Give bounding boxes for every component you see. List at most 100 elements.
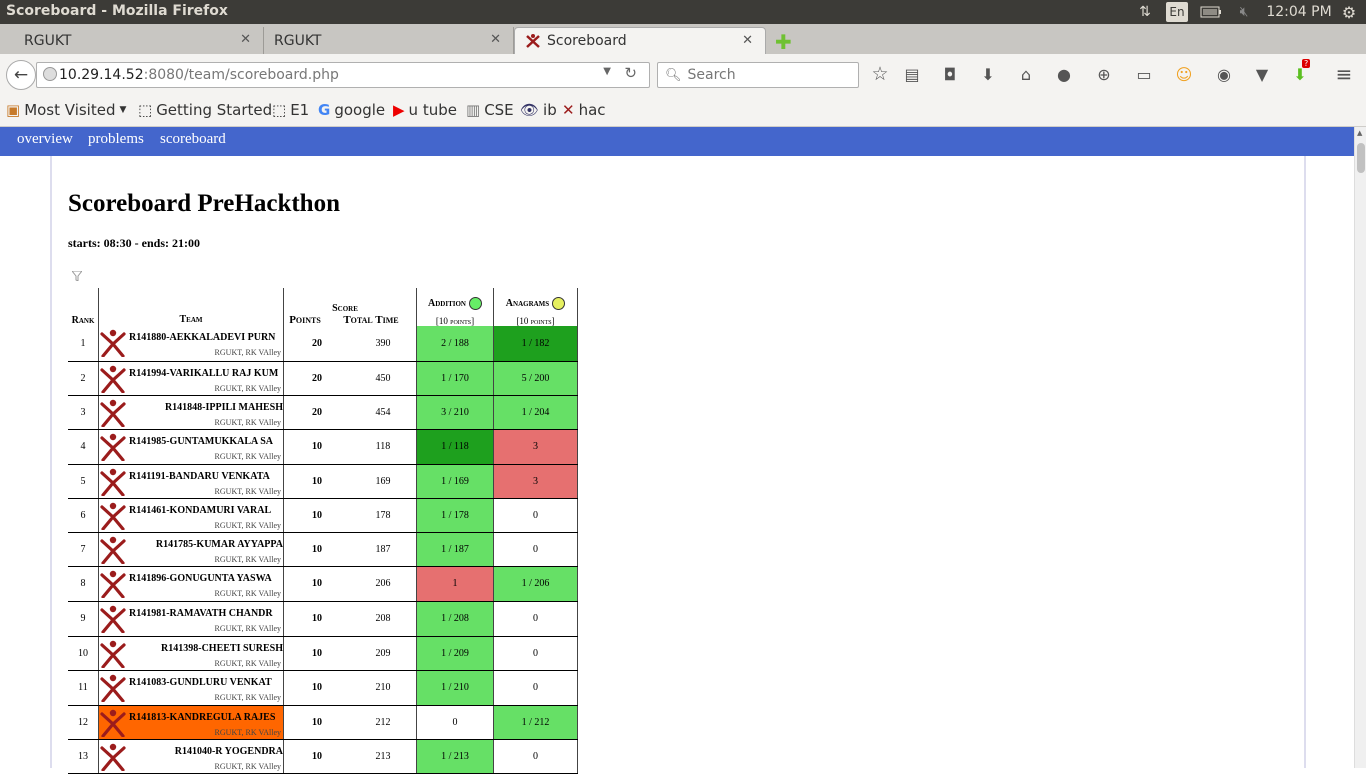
filter-icon[interactable] xyxy=(70,270,84,284)
team-name[interactable]: R141191-BANDARU VENKATA xyxy=(129,471,283,482)
volume-icon[interactable]: 🔇︎ xyxy=(1233,2,1255,22)
table-row[interactable]: 6 R141461-KONDAMURI VARAL RGUKT, RK VAlley… xyxy=(68,498,578,533)
nav-overview-link[interactable]: overview xyxy=(17,131,73,148)
tab-label: Scoreboard xyxy=(547,33,627,49)
chat-icon[interactable]: ● xyxy=(1054,64,1074,84)
problem-anagrams-cell: 0 xyxy=(493,636,578,671)
network-icon[interactable]: ⇅ xyxy=(1134,2,1156,22)
problem-addition-cell: 1 / 208 xyxy=(416,601,494,637)
table-row[interactable]: 5 R141191-BANDARU VENKATA RGUKT, RK VAlley… xyxy=(68,464,578,499)
scrollbar-thumb[interactable] xyxy=(1357,143,1365,173)
bookmark-star-icon[interactable]: ☆ xyxy=(870,63,890,85)
bookmark-youtube[interactable]: ▶ u tube xyxy=(393,101,457,119)
team-name[interactable]: R141040-R YOGENDRA xyxy=(129,746,283,757)
download-helper-icon[interactable]: ⬇? xyxy=(1290,59,1311,84)
download-manager-icon[interactable]: ⊕ xyxy=(1094,64,1114,84)
bookmark-e1[interactable]: ⬚ E1 xyxy=(272,101,309,119)
team-name[interactable]: R141880-AEKKALADEVI PURN xyxy=(129,332,283,343)
globe-addon-icon[interactable]: ◉ xyxy=(1214,64,1234,84)
bookmark-most-visited[interactable]: ▣ Most Visited ▼ xyxy=(6,101,126,119)
keyboard-indicator[interactable]: En xyxy=(1166,2,1188,22)
search-box[interactable]: 🔍︎ Search xyxy=(657,62,859,88)
bookmark-getting-started[interactable]: ⬚ Getting Started xyxy=(138,101,272,119)
page-icon: ⬚ xyxy=(138,101,153,119)
team-name[interactable]: R141813-KANDREGULA RAJES xyxy=(129,712,283,723)
tab-scoreboard[interactable]: Scoreboard ✕ xyxy=(514,27,766,54)
filter-addon-icon[interactable]: ▼ xyxy=(1252,64,1272,84)
back-button[interactable]: ← xyxy=(6,60,36,90)
tab-close-icon[interactable]: ✕ xyxy=(490,32,501,47)
address-bar[interactable]: 10.29.14.52:8080/team/scoreboard.php ▼ ↻ xyxy=(36,62,650,88)
table-row[interactable]: 11 R141083-GUNDLURU VENKAT RGUKT, RK VAlle… xyxy=(68,670,578,706)
team-name[interactable]: R141896-GONUGUNTA YASWA xyxy=(129,573,283,584)
header-team[interactable]: Team xyxy=(98,288,284,326)
page-scrollbar[interactable]: ▲ xyxy=(1354,127,1366,768)
table-row[interactable]: 7 R141785-KUMAR AYYAPPA RGUKT, RK VAlley 10… xyxy=(68,532,578,567)
smiley-addon-icon[interactable]: ☺ xyxy=(1174,64,1194,84)
problem-points: [10 points] xyxy=(516,316,555,326)
rank-cell: 3 xyxy=(68,395,99,430)
bookmark-google[interactable]: Ggoogle xyxy=(318,101,385,119)
pocket-icon[interactable]: ◘ xyxy=(940,64,960,84)
scoreboard-panel: Scoreboard PreHackthon starts: 08:30 - e… xyxy=(50,156,1306,774)
team-name[interactable]: R141981-RAMAVATH CHANDR xyxy=(129,608,283,619)
bookmark-cse[interactable]: ▥ CSE xyxy=(466,101,514,119)
table-row[interactable]: 12 R141813-KANDREGULA RAJES RGUKT, RK VAll… xyxy=(68,705,578,740)
team-name[interactable]: R141785-KUMAR AYYAPPA xyxy=(129,539,283,550)
table-row[interactable]: 10 R141398-CHEETI SURESH RGUKT, RK VAlley 1… xyxy=(68,636,578,671)
points-cell: 10 xyxy=(283,705,350,740)
nav-scoreboard-link[interactable]: scoreboard xyxy=(160,131,226,148)
team-name[interactable]: R141985-GUNTAMUKKALA SA xyxy=(129,436,283,447)
clock[interactable]: 12:04 PM xyxy=(1266,2,1332,22)
team-affiliation: RGUKT, RK VAlley xyxy=(214,554,281,564)
screen-icon[interactable]: ▭ xyxy=(1134,64,1154,84)
header-problem-addition[interactable]: Addition [10 points] xyxy=(416,288,494,326)
table-row[interactable]: 2 R141994-VARIKALLU RAJ KUM RGUKT, RK VAll… xyxy=(68,361,578,396)
header-rank[interactable]: Rank xyxy=(68,288,99,326)
settings-gear-icon[interactable]: ⚙ xyxy=(1338,2,1360,22)
team-logo-icon xyxy=(100,743,126,771)
rank-cell: 10 xyxy=(68,636,99,671)
header-points[interactable]: Points xyxy=(284,314,326,326)
tab-rgukt-2[interactable]: RGUKT ✕ xyxy=(264,27,514,54)
problem-addition-cell: 1 / 169 xyxy=(416,464,494,499)
table-row[interactable]: 4 R141985-GUNTAMUKKALA SA RGUKT, RK VAlley… xyxy=(68,429,578,465)
tab-rgukt-1[interactable]: RGUKT ✕ xyxy=(0,27,264,54)
team-name[interactable]: R141994-VARIKALLU RAJ KUM xyxy=(129,368,283,379)
home-icon[interactable]: ⌂ xyxy=(1016,64,1036,84)
team-logo-icon xyxy=(100,674,126,702)
rank-cell: 7 xyxy=(68,532,99,567)
total-time-cell: 187 xyxy=(350,532,417,567)
header-total-time[interactable]: Total Time xyxy=(326,314,416,326)
team-name[interactable]: R141398-CHEETI SURESH xyxy=(129,643,282,654)
site-info-icon[interactable] xyxy=(43,67,57,81)
team-name[interactable]: R141848-IPPILI MAHESH xyxy=(129,402,283,413)
team-cell: R141994-VARIKALLU RAJ KUM RGUKT, RK VAlle… xyxy=(98,361,284,396)
nav-problems-link[interactable]: problems xyxy=(88,131,144,148)
bookmark-hac[interactable]: ✕ hac xyxy=(562,101,606,119)
table-row[interactable]: 8 R141896-GONUGUNTA YASWA RGUKT, RK VAlley… xyxy=(68,566,578,602)
team-logo-icon xyxy=(100,365,126,393)
reading-list-icon[interactable]: ▤ xyxy=(902,64,922,84)
header-problem-anagrams[interactable]: Anagrams [10 points] xyxy=(493,288,578,326)
new-tab-button[interactable]: ✚ xyxy=(775,30,792,54)
tab-close-icon[interactable]: ✕ xyxy=(240,32,251,47)
table-row[interactable]: 9 R141981-RAMAVATH CHANDR RGUKT, RK VAlley… xyxy=(68,601,578,637)
rank-cell: 9 xyxy=(68,601,99,637)
problem-name: Addition xyxy=(428,297,466,309)
reload-icon[interactable]: ↻ xyxy=(624,64,637,82)
team-name[interactable]: R141461-KONDAMURI VARAL xyxy=(129,505,283,516)
menu-hamburger-icon[interactable]: ≡ xyxy=(1334,62,1354,86)
team-name[interactable]: R141083-GUNDLURU VENKAT xyxy=(129,677,283,688)
team-cell: R141191-BANDARU VENKATA RGUKT, RK VAlley xyxy=(98,464,284,499)
table-row[interactable]: 1 R141880-AEKKALADEVI PURN RGUKT, RK VAlle… xyxy=(68,326,578,362)
history-dropdown-icon[interactable]: ▼ xyxy=(603,66,611,77)
battery-icon[interactable] xyxy=(1199,2,1223,22)
tab-close-icon[interactable]: ✕ xyxy=(742,33,753,48)
bookmark-ib[interactable]: 👁︎ ib xyxy=(520,101,557,119)
download-icon[interactable]: ⬇ xyxy=(978,64,998,84)
table-row[interactable]: 3 R141848-IPPILI MAHESH RGUKT, RK VAlley 20… xyxy=(68,395,578,430)
header-score-group: Score Points Total Time xyxy=(283,288,417,326)
chevron-down-icon: ▼ xyxy=(119,105,127,115)
window-title: Scoreboard - Mozilla Firefox xyxy=(6,3,228,19)
